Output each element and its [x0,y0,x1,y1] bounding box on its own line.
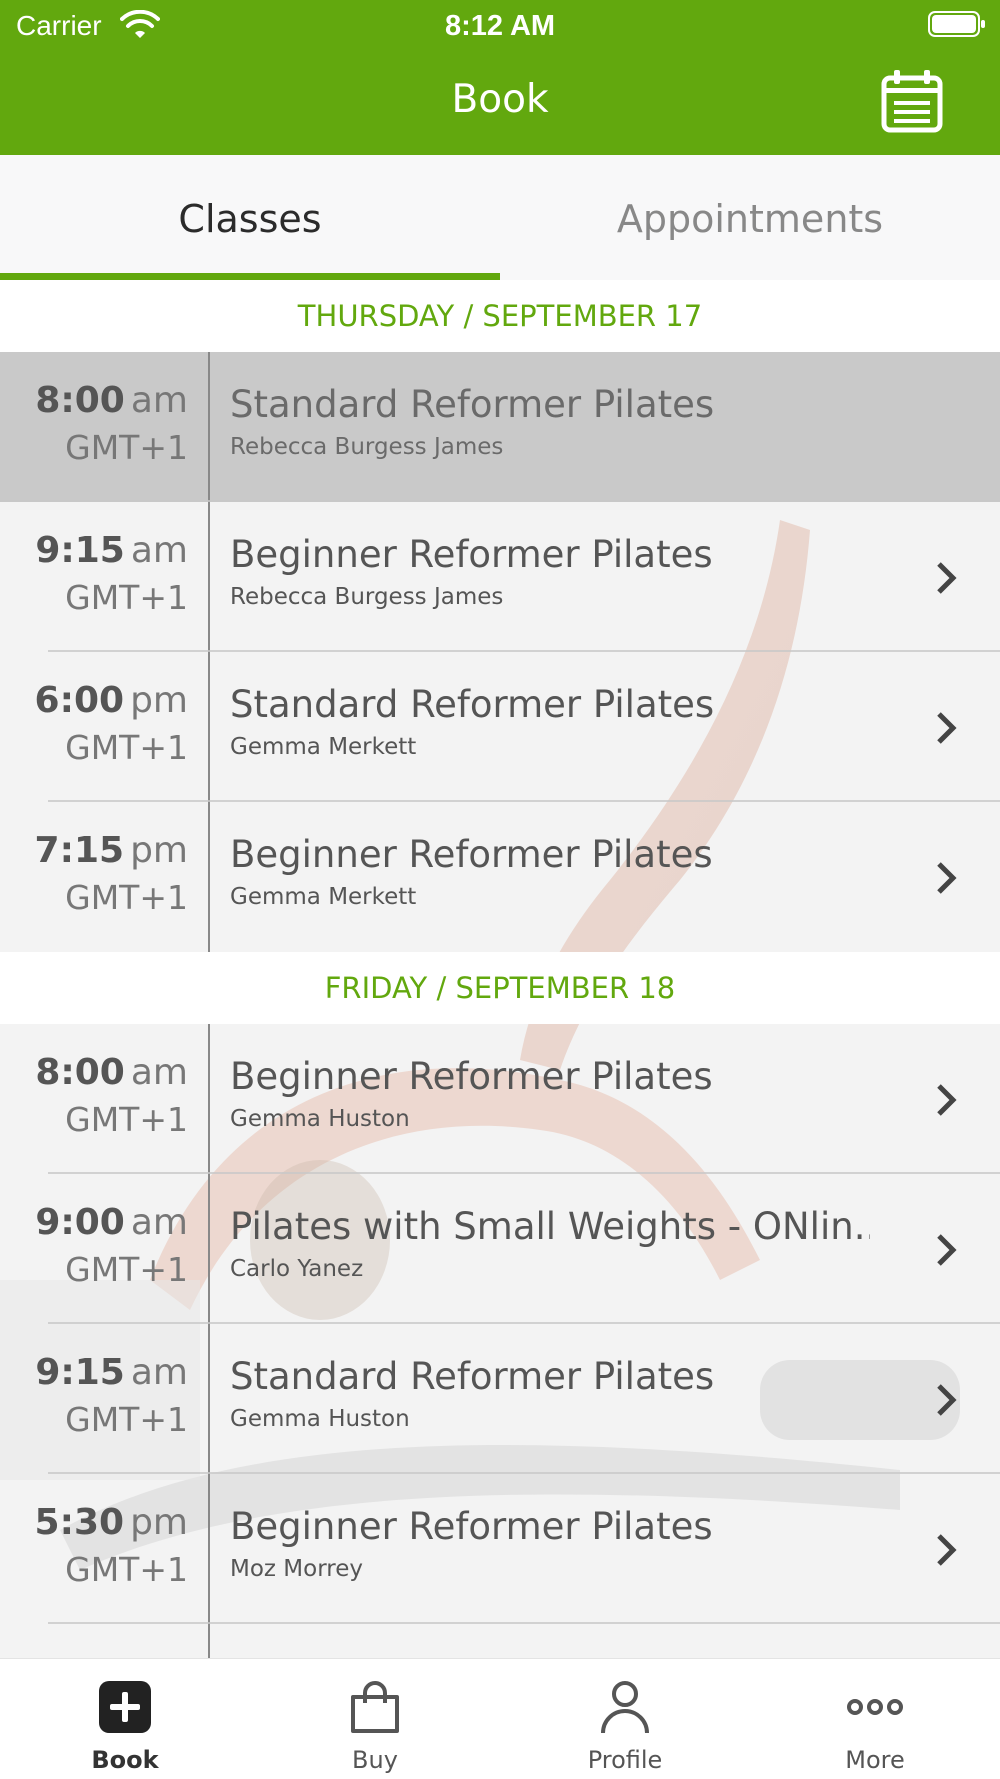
class-name: Beginner Reformer Pilates [230,1505,713,1548]
day-header: THURSDAY / SEPTEMBER 17 [0,280,1000,352]
battery-icon [928,11,985,37]
tabbar-book[interactable]: Book [0,1659,250,1779]
class-timezone: GMT+1 [65,428,188,467]
class-teacher: Gemma Merkett [230,884,417,910]
calendar-icon[interactable] [880,68,946,134]
time-divider [208,652,210,802]
more-dots-icon [847,1699,903,1715]
tabbar-label: Book [91,1746,159,1774]
time-divider [208,1474,210,1624]
time-divider [208,352,210,502]
tabbar-label: More [845,1746,905,1774]
plus-square-icon [99,1681,151,1733]
active-tab-indicator [0,273,500,280]
chevron-right-icon [937,862,957,894]
time-divider [208,802,210,952]
class-time: 5:30 pm [34,1502,188,1543]
class-row-partial[interactable] [0,1624,1000,1658]
class-row[interactable]: 5:30 pm GMT+1 Beginner Reformer Pilates M… [0,1474,1000,1624]
tabbar-label: Buy [352,1746,398,1774]
status-time: 8:12 AM [444,10,556,42]
class-name: Beginner Reformer Pilates [230,1055,713,1098]
chevron-right-icon [937,1234,957,1266]
class-name: Pilates with Small Weights - ONlin... [230,1205,870,1248]
tabbar-profile[interactable]: Profile [500,1659,750,1779]
chevron-right-icon [937,1534,957,1566]
chevron-right-icon [937,562,957,594]
class-timezone: GMT+1 [65,1100,188,1139]
tab-classes[interactable]: Classes [0,155,500,280]
class-timezone: GMT+1 [65,878,188,917]
class-timezone: GMT+1 [65,1250,188,1289]
day-header: FRIDAY / SEPTEMBER 18 [0,952,1000,1024]
bottom-tab-bar: Book Buy Profile More [0,1658,1000,1779]
class-list[interactable]: THURSDAY / SEPTEMBER 17 8:00 am GMT+1 Sta… [0,280,1000,1658]
class-name: Standard Reformer Pilates [230,383,715,426]
class-row[interactable]: 9:15 am GMT+1 Beginner Reformer Pilates R… [0,502,1000,652]
class-name: Standard Reformer Pilates [230,1355,715,1398]
time-divider [208,1624,210,1658]
class-row[interactable]: 8:00 am GMT+1 Beginner Reformer Pilates G… [0,1024,1000,1174]
tabbar-more[interactable]: More [750,1659,1000,1779]
class-row[interactable]: 9:15 am GMT+1 Standard Reformer Pilates G… [0,1324,1000,1474]
class-teacher: Gemma Merkett [230,734,417,760]
class-time: 9:15 am [35,530,188,571]
class-time: 8:00 am [35,380,188,421]
chevron-right-icon [937,712,957,744]
class-teacher: Gemma Huston [230,1106,410,1132]
class-name: Standard Reformer Pilates [230,683,715,726]
class-time: 6:00 pm [34,680,188,721]
class-time: 9:15 am [35,1352,188,1393]
class-teacher: Gemma Huston [230,1406,410,1432]
class-timezone: GMT+1 [65,1400,188,1439]
class-teacher: Rebecca Burgess James [230,434,504,460]
class-row[interactable]: 6:00 pm GMT+1 Standard Reformer Pilates G… [0,652,1000,802]
class-teacher: Carlo Yanez [230,1256,364,1282]
class-time: 9:00 am [35,1202,188,1243]
class-row[interactable]: 9:00 am GMT+1 Pilates with Small Weights … [0,1174,1000,1324]
class-timezone: GMT+1 [65,578,188,617]
tabbar-buy[interactable]: Buy [250,1659,500,1779]
page-title: Book [451,77,549,122]
chevron-right-icon [937,1384,957,1416]
class-row[interactable]: 7:15 pm GMT+1 Beginner Reformer Pilates G… [0,802,1000,952]
class-name: Beginner Reformer Pilates [230,833,713,876]
class-time: 7:15 pm [34,830,188,871]
time-divider [208,502,210,652]
class-teacher: Moz Morrey [230,1556,363,1582]
time-divider [208,1174,210,1324]
tab-appointments[interactable]: Appointments [500,155,1000,280]
shopping-bag-icon [351,1681,399,1733]
class-timezone: GMT+1 [65,1550,188,1589]
time-divider [208,1324,210,1474]
chevron-right-icon [937,1084,957,1116]
person-icon [601,1681,649,1734]
time-divider [208,1024,210,1174]
class-name: Beginner Reformer Pilates [230,533,713,576]
class-row[interactable]: 8:00 am GMT+1 Standard Reformer Pilates R… [0,352,1000,502]
class-time: 8:00 am [35,1052,188,1093]
class-teacher: Rebecca Burgess James [230,584,504,610]
tabbar-label: Profile [587,1746,663,1774]
class-timezone: GMT+1 [65,728,188,767]
